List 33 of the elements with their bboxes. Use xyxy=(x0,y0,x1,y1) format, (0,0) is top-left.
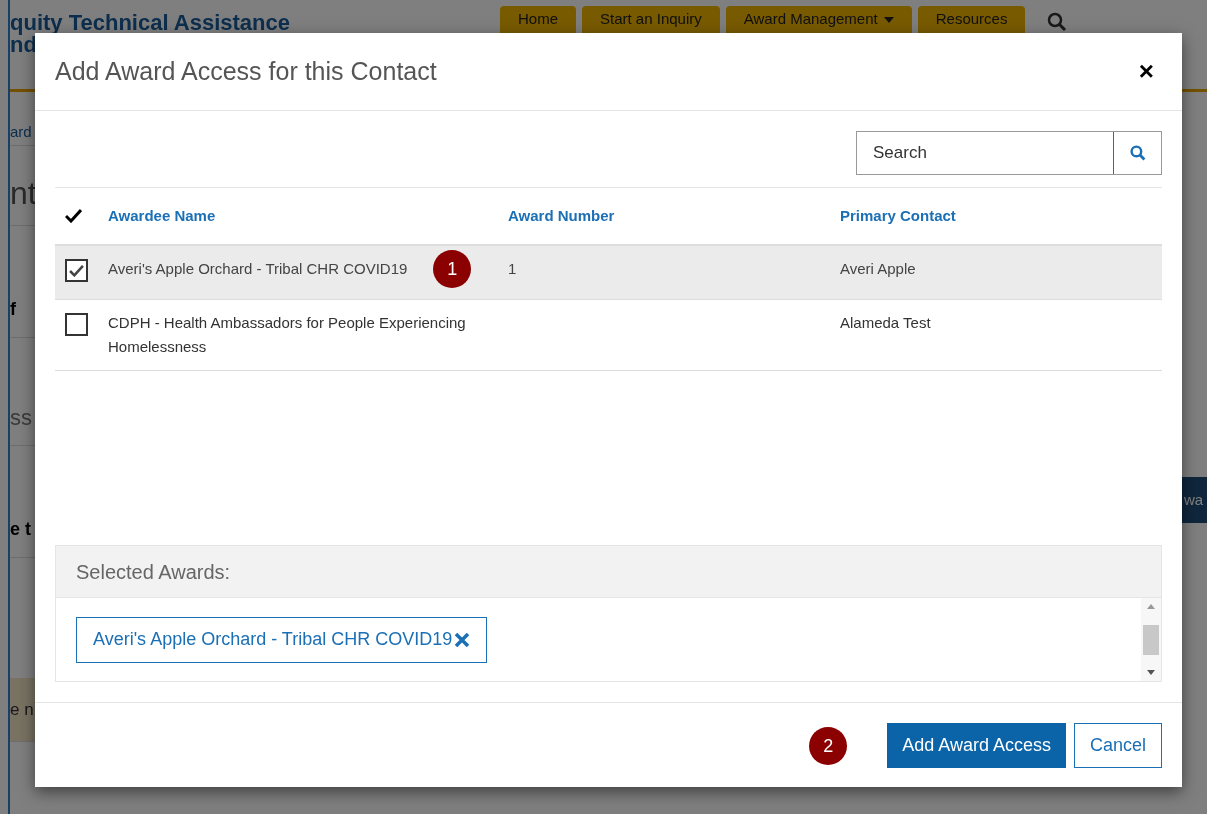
scrollbar[interactable] xyxy=(1141,598,1161,681)
checkmark-icon xyxy=(65,209,82,223)
search-input[interactable]: Search xyxy=(857,132,1113,174)
search-field[interactable]: Search xyxy=(856,131,1162,175)
search-icon[interactable] xyxy=(1047,12,1068,32)
column-header[interactable]: Primary Contact xyxy=(840,204,956,228)
column-header[interactable]: Award Number xyxy=(508,204,840,228)
table-cell-text: CDPH - Health Ambassadors for People Experiencing Homelessness xyxy=(108,313,467,357)
close-button[interactable]: × xyxy=(1138,52,1162,91)
award-tag[interactable]: Averi's Apple Orchard - Tribal CHR COVID19 xyxy=(76,616,488,663)
dialog-title: Add Award Access for this Contact xyxy=(55,55,437,87)
search-icon xyxy=(1129,145,1146,161)
column-header[interactable]: Awardee Name xyxy=(108,204,508,228)
checkmark-icon xyxy=(69,264,84,277)
row-checkbox[interactable] xyxy=(65,313,88,336)
panel-title: Selected Awards: xyxy=(76,559,231,585)
scroll-up-icon[interactable] xyxy=(1147,604,1155,609)
callout-badge: 2 xyxy=(809,727,848,765)
table-cell-text: Averi's Apple Orchard - Tribal CHR COVID19 xyxy=(108,259,408,279)
cancel-button[interactable]: Cancel xyxy=(1073,722,1162,768)
page-button[interactable]: wa xyxy=(1182,477,1207,523)
add-access-button[interactable]: Add Award Access xyxy=(887,722,1066,768)
table-cell: 1 xyxy=(508,260,517,277)
row-checkbox[interactable] xyxy=(65,259,88,282)
table-row[interactable]: CDPH - Health Ambassadors for People Experiencing Homelessness Alameda Test xyxy=(55,300,1162,371)
site-title: quity Technical Assistance xyxy=(10,12,291,34)
remove-icon[interactable] xyxy=(454,631,471,648)
table-row[interactable]: Averi's Apple Orchard - Tribal CHR COVID19 1 1 Averi Apple xyxy=(55,246,1162,300)
callout-badge: 1 xyxy=(433,250,472,288)
scroll-down-icon[interactable] xyxy=(1147,670,1155,675)
site-title: nd xyxy=(10,34,37,56)
table-cell-text: Alameda Test xyxy=(840,313,931,333)
table-cell-text: Averi Apple xyxy=(840,259,916,279)
